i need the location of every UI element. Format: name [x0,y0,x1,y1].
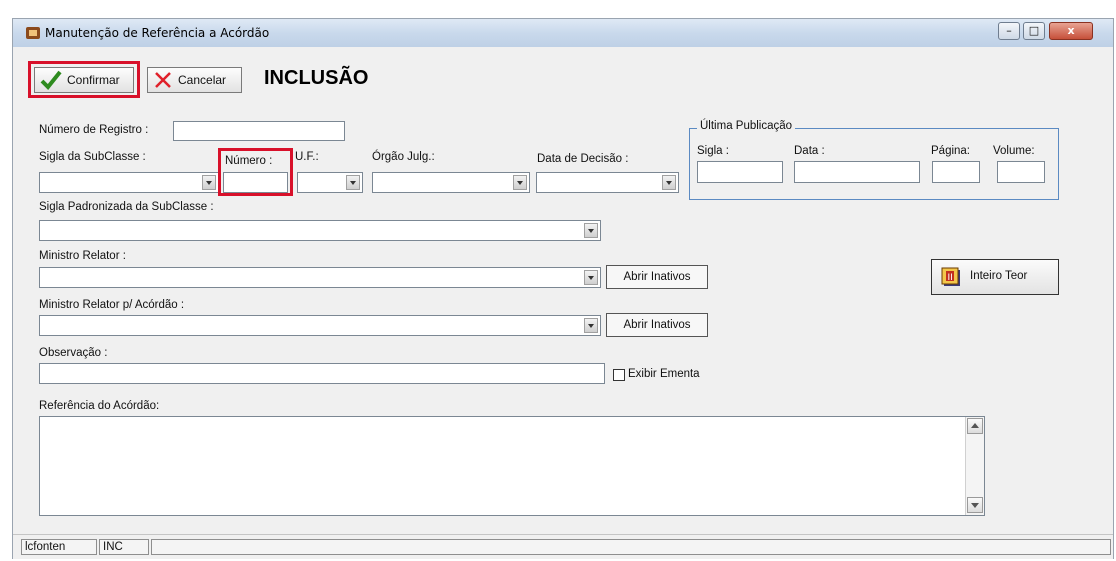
ultima-publicacao-legend: Última Publicação [697,120,796,132]
sigla-padronizada-select[interactable] [39,220,601,241]
abrir-inativos-button-2[interactable]: Abrir Inativos [606,313,708,337]
main-window: Manutenção de Referência a Acórdão – □ x… [12,18,1114,559]
inteiro-teor-button[interactable]: II Inteiro Teor [931,259,1059,295]
referencia-scrollbar[interactable] [965,417,984,515]
pub-pagina-input[interactable] [932,161,980,183]
pub-sigla-input[interactable] [697,161,783,183]
chevron-down-icon[interactable] [584,223,598,238]
title-bar: Manutenção de Referência a Acórdão – □ x [13,19,1113,47]
maximize-icon: □ [1028,24,1040,37]
document-icon: II [941,267,960,286]
pub-pagina-label: Página: [931,145,971,157]
observacao-input[interactable] [39,363,605,384]
exibir-ementa-checkbox[interactable] [613,369,625,381]
mode-heading: INCLUSÃO [264,67,369,89]
numero-input[interactable] [223,172,288,193]
chevron-down-icon[interactable] [584,270,598,285]
status-message [151,539,1111,555]
chevron-down-icon [971,503,979,508]
chevron-up-icon [971,423,979,428]
sigla-subclasse-label: Sigla da SubClasse : [39,151,146,163]
close-button[interactable]: x [1049,22,1093,40]
abrir-inativos-button-1[interactable]: Abrir Inativos [606,265,708,289]
close-icon: x [1067,24,1075,37]
pub-data-input[interactable] [794,161,920,183]
referencia-textarea[interactable] [39,416,985,516]
ministro-relator-acordao-label: Ministro Relator p/ Acórdão : [39,299,185,311]
data-decisao-label: Data de Decisão : [537,153,629,165]
chevron-down-icon[interactable] [202,175,216,190]
data-decisao-select[interactable] [536,172,679,193]
pub-data-label: Data : [794,145,825,157]
pub-sigla-label: Sigla : [697,145,729,157]
chevron-down-icon[interactable] [513,175,527,190]
scroll-up-button[interactable] [967,418,983,434]
chevron-down-icon[interactable] [584,318,598,333]
app-icon [25,25,41,41]
red-x-icon [155,72,171,88]
orgao-julg-label: Órgão Julg.: [372,151,435,163]
minimize-icon: – [1006,24,1012,37]
cancel-button[interactable]: Cancelar [147,67,242,93]
status-bar: lcfonten INC [13,534,1113,559]
exibir-ementa-label: Exibir Ementa [628,368,700,380]
confirm-label: Confirmar [67,73,120,87]
uf-label: U.F.: [295,151,319,163]
uf-select[interactable] [297,172,363,193]
pub-volume-label: Volume: [993,145,1035,157]
pub-volume-input[interactable] [997,161,1045,183]
referencia-label: Referência do Acórdão: [39,400,160,412]
window-title: Manutenção de Referência a Acórdão [45,26,270,40]
observacao-label: Observação : [39,347,108,359]
status-mode: INC [99,539,149,555]
svg-text:II: II [948,273,953,283]
inteiro-teor-label: Inteiro Teor [970,270,1028,282]
ministro-relator-acordao-select[interactable] [39,315,601,336]
chevron-down-icon[interactable] [346,175,360,190]
cancel-label: Cancelar [178,73,227,87]
ministro-relator-label: Ministro Relator : [39,250,126,262]
sigla-padronizada-label: Sigla Padronizada da SubClasse : [39,201,214,213]
status-user: lcfonten [21,539,97,555]
chevron-down-icon[interactable] [662,175,676,190]
numero-registro-input[interactable] [173,121,345,141]
minimize-button[interactable]: – [998,22,1020,40]
checkmark-icon [40,70,62,90]
maximize-button[interactable]: □ [1023,22,1045,40]
sigla-subclasse-select[interactable] [39,172,219,193]
ministro-relator-select[interactable] [39,267,601,288]
numero-registro-label: Número de Registro : [39,124,149,136]
orgao-julg-select[interactable] [372,172,530,193]
confirm-button[interactable]: Confirmar [34,67,134,93]
scroll-down-button[interactable] [967,497,983,513]
